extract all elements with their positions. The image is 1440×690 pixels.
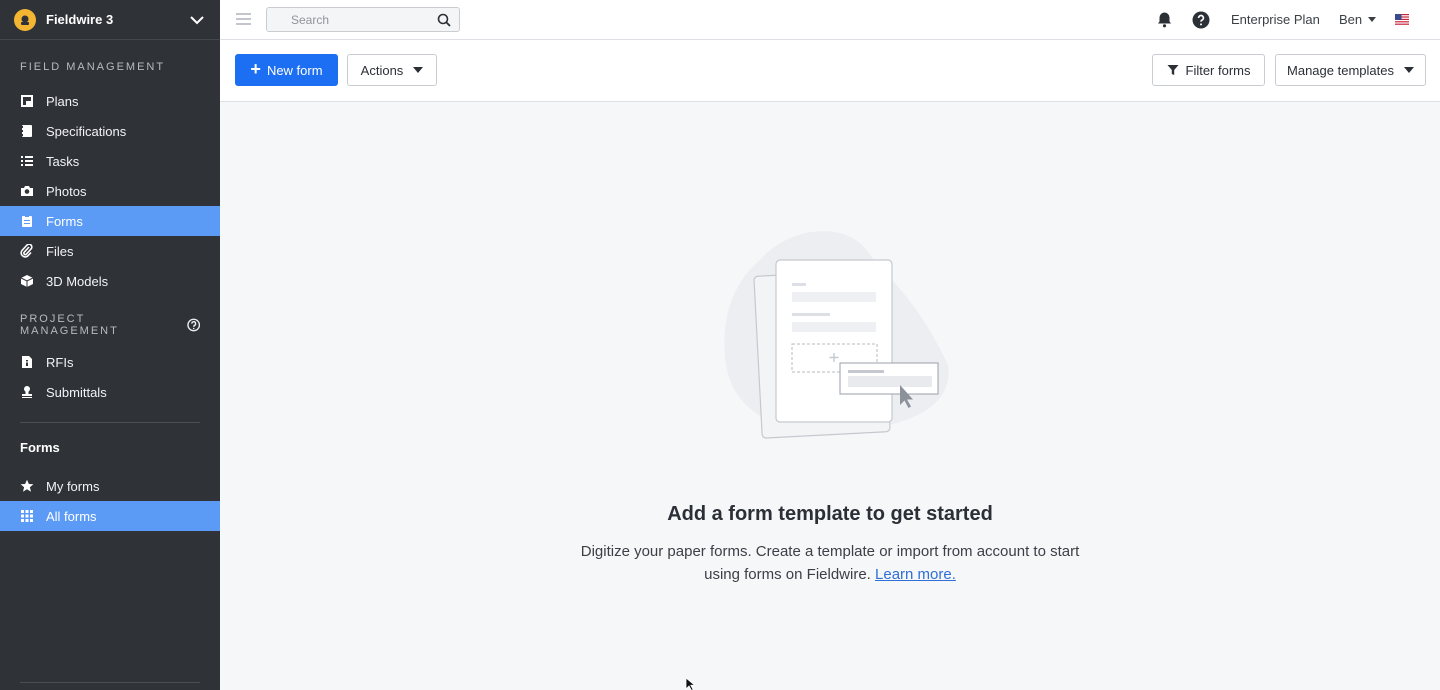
sidebar-item-label: 3D Models [46, 273, 109, 289]
project-logo-icon [14, 8, 36, 31]
bell-icon[interactable] [1156, 11, 1173, 28]
forms-section-heading: Forms [20, 439, 60, 455]
sidebar-item-label: My forms [46, 478, 100, 494]
sidebar-item-rfis[interactable]: RFIs [0, 347, 220, 377]
sidebar-item-label: Photos [46, 183, 87, 199]
new-form-label: New form [266, 62, 323, 78]
sidebar-item-label: All forms [46, 508, 97, 524]
sidebar: Fieldwire 3 FIELD MANAGEMENT Plans Speci… [0, 0, 220, 690]
sidebar-item-plans[interactable]: Plans [0, 86, 220, 116]
sidebar-bottom-divider [20, 682, 200, 683]
actions-label: Actions [360, 62, 404, 78]
sidebar-item-label: Specifications [46, 123, 127, 139]
project-management-label: PROJECT MANAGEMENT [20, 313, 119, 337]
empty-forms-illustration [724, 231, 949, 439]
chevron-down-icon[interactable] [188, 11, 206, 29]
sidebar-item-photos[interactable]: Photos [0, 176, 220, 206]
specifications-icon [19, 124, 34, 139]
sidebar-item-my-forms[interactable]: My forms [0, 471, 220, 501]
star-icon [19, 479, 34, 494]
search-placeholder: Search [291, 12, 330, 27]
sidebar-item-label: Files [46, 243, 74, 259]
sidebar-item-label: Submittals [46, 384, 107, 400]
sidebar-item-all-forms[interactable]: All forms [0, 501, 220, 531]
sidebar-item-label: Forms [46, 213, 83, 229]
us-flag-icon[interactable] [1395, 14, 1409, 25]
sidebar-item-forms[interactable]: Forms [0, 206, 220, 236]
plus-icon: + [250, 59, 261, 79]
cube-icon [19, 274, 34, 289]
help-circle-icon[interactable] [186, 318, 200, 332]
filter-forms-button[interactable]: Filter forms [1152, 54, 1265, 86]
topbar: Search Enterprise Plan Ben [220, 0, 1440, 40]
project-name: Fieldwire 3 [46, 12, 114, 27]
manage-templates-button[interactable]: Manage templates [1275, 54, 1426, 86]
field-management-heading: FIELD MANAGEMENT [20, 61, 166, 73]
mouse-cursor-icon [685, 677, 696, 690]
empty-state-description: Digitize your paper forms. Create a temp… [570, 540, 1090, 586]
sidebar-item-3d-models[interactable]: 3D Models [0, 266, 220, 296]
camera-icon [19, 184, 34, 199]
plan-label[interactable]: Enterprise Plan [1231, 12, 1320, 27]
paperclip-icon [19, 244, 34, 259]
sidebar-item-label: Tasks [46, 153, 80, 169]
sidebar-item-label: RFIs [46, 354, 74, 370]
new-form-button[interactable]: + New form [235, 54, 338, 86]
menu-icon[interactable] [236, 13, 251, 25]
plans-icon [19, 94, 34, 109]
clipboard-icon [19, 214, 34, 229]
tasks-icon [19, 154, 34, 169]
sidebar-item-label: Plans [46, 93, 79, 109]
forms-toolbar: + New form Actions Filter forms Manage t… [220, 40, 1440, 102]
user-name: Ben [1339, 12, 1363, 27]
filter-forms-label: Filter forms [1185, 62, 1251, 78]
manage-templates-label: Manage templates [1287, 62, 1394, 78]
caret-down-icon [413, 67, 424, 73]
caret-down-icon [1368, 17, 1377, 22]
sidebar-item-submittals[interactable]: Submittals [0, 377, 220, 407]
project-switcher[interactable]: Fieldwire 3 [0, 0, 220, 40]
help-icon[interactable] [1192, 11, 1210, 29]
learn-more-link[interactable]: Learn more. [875, 566, 956, 583]
actions-button[interactable]: Actions [347, 54, 437, 86]
empty-state-text: Digitize your paper forms. Create a temp… [580, 543, 1080, 583]
search-input[interactable]: Search [266, 7, 460, 32]
sidebar-item-tasks[interactable]: Tasks [0, 146, 220, 176]
empty-state-title: Add a form template to get started [667, 503, 993, 525]
project-management-heading: PROJECT MANAGEMENT [0, 313, 220, 337]
filter-icon [1167, 65, 1178, 75]
sidebar-item-specifications[interactable]: Specifications [0, 116, 220, 146]
stamp-icon [19, 385, 34, 400]
user-menu[interactable]: Ben [1339, 12, 1377, 27]
grid-icon [19, 509, 34, 524]
search-icon[interactable] [437, 13, 451, 27]
caret-down-icon [1403, 67, 1414, 73]
rfi-icon [19, 355, 34, 370]
sidebar-item-files[interactable]: Files [0, 236, 220, 266]
